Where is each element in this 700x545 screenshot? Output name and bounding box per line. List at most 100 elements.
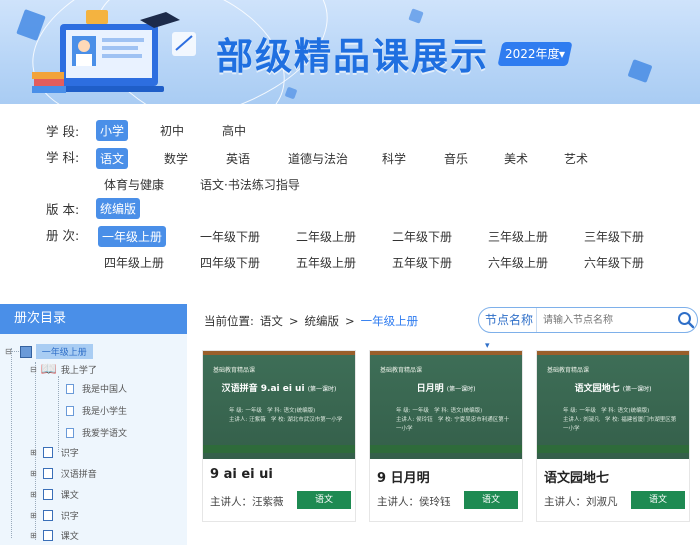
filter-volume-1b[interactable]: 一年级下册 [196,226,264,247]
board-title: 汉语拼音 9.ai ei ui (第一课时) [203,381,355,394]
filter-subject-science[interactable]: 科学 [378,148,410,169]
course-card[interactable]: 基础教育精品课 汉语拼音 9.ai ei ui (第一课时) 年 级: 一年级 … [202,350,356,522]
subject-tag: 语文 [464,491,518,509]
filter-volume-2a[interactable]: 二年级上册 [292,226,360,247]
board-meta-lecturer: 主讲人: 侯玲钰 [396,417,433,423]
course-thumbnail[interactable]: 基础教育精品课 语文园地七 (第一课时) 年 级: 一年级 学 科: 语文(统编… [537,351,689,459]
course-thumbnail[interactable]: 基础教育精品课 日月明 (第一课时) 年 级: 一年级 学 科: 语文(统编版)… [370,351,522,459]
board-title-text: 汉语拼音 9.ai ei ui [221,384,305,394]
board-title-text: 日月明 [416,384,444,394]
board-footer [370,445,522,453]
tree-root[interactable]: ⊟ 一年级上册 [5,344,93,359]
board-meta-lecturer: 主讲人: 刘淑凡 [563,417,600,423]
board-subtitle: (第一课时) [446,386,476,393]
filter-subject-music[interactable]: 音乐 [440,148,472,169]
course-title[interactable]: 9 ai ei ui [210,467,273,482]
search-button[interactable] [675,308,697,332]
document-icon [66,405,74,416]
filter-subject-art[interactable]: 美术 [500,148,532,169]
filter-stage-senior[interactable]: 高中 [218,120,250,141]
tree-unit-3[interactable]: ⊞ 汉语拼音 [30,467,97,480]
tree-lesson-label[interactable]: 我是小学生 [82,404,127,417]
tree-line [11,348,12,538]
tree-lesson-label[interactable]: 我爱学语文 [82,426,127,439]
tree-lesson-3[interactable]: 我爱学语文 [66,426,127,439]
filter-subject-english[interactable]: 英语 [222,148,254,169]
filter-volume-1a[interactable]: 一年级上册 [98,226,167,247]
banner: 部级精品课展示 2022年度 ▾ [0,0,700,104]
expand-icon[interactable]: ⊞ [30,490,37,499]
filter-subject-morality[interactable]: 道德与法治 [284,148,352,169]
search-input[interactable] [537,309,676,331]
expand-icon[interactable]: ⊞ [30,511,37,520]
unit-icon [42,510,53,521]
expand-icon[interactable]: ⊞ [30,469,37,478]
filter-label-subject: 学 科: [46,149,80,165]
board-title: 日月明 (第一课时) [370,381,522,394]
filter-volume-2b[interactable]: 二年级下册 [388,226,456,247]
filter-subject-pe[interactable]: 体育与健康 [100,174,168,195]
course-title[interactable]: 9 日月明 [377,467,430,486]
filter-label-stage: 学 段: [46,123,80,139]
board-meta-subject: 学 科: 语文(统编版) [267,408,316,414]
tree-unit-2[interactable]: ⊞ 识字 [30,446,79,459]
cube-decoration [284,86,298,100]
tree-unit-label[interactable]: 课文 [61,488,79,501]
breadcrumb-item[interactable]: 语文 [260,313,283,329]
cube-decoration [408,8,424,24]
filter-volume-6a[interactable]: 六年级上册 [484,252,552,273]
tree-line [58,376,59,452]
collapse-icon[interactable]: ⊟ [30,365,37,374]
filter-row-volume: 册 次: [46,224,96,244]
filter-volume-3a[interactable]: 三年级上册 [484,226,552,247]
filter-volume-4b[interactable]: 四年级下册 [196,252,264,273]
tree-lesson-2[interactable]: 我是小学生 [66,404,127,417]
tree-unit-label[interactable]: 课文 [61,529,79,542]
tree-lesson-label[interactable]: 我是中国人 [82,382,127,395]
course-thumbnail[interactable]: 基础教育精品课 汉语拼音 9.ai ei ui (第一课时) 年 级: 一年级 … [203,351,355,459]
tree-lesson-1[interactable]: 我是中国人 [66,382,127,395]
board-meta-lecturer: 主讲人: 汪紫薇 [229,417,266,423]
board-header: 基础教育精品课 [380,367,423,374]
tree-unit-6[interactable]: ⊞ 课文 [30,529,79,542]
filter-subject-calligraphy[interactable]: 语文·书法练习指导 [196,174,304,195]
board-meta-school: 学 校: 湖北市武汉市第一小学 [270,417,343,423]
tree-unit-label[interactable]: 识字 [61,509,79,522]
cube-decoration [627,59,653,83]
classroom-illustration-icon [32,10,196,93]
document-icon [66,427,74,438]
tree-unit-1[interactable]: ⊟ 📖 我上学了 [30,362,97,377]
filter-volume-4a[interactable]: 四年级上册 [100,252,168,273]
filter-stage-primary[interactable]: 小学 [96,119,129,141]
filter-volume-3b[interactable]: 三年级下册 [580,226,648,247]
board-meta: 年 级: 一年级 学 科: 语文(统编版) 主讲人: 刘淑凡 学 校: 福建省厦… [563,407,681,434]
breadcrumb: 当前位置: 语文 > 统编版 > 一年级上册 [204,313,418,329]
breadcrumb-sep: > [288,314,299,328]
breadcrumb-sep: > [345,314,355,328]
filter-subject-math[interactable]: 数学 [160,148,192,169]
course-title[interactable]: 语文园地七 [544,467,609,486]
filter-subject-arts[interactable]: 艺术 [560,148,592,169]
board-meta-subject: 学 科: 语文(统编版) [601,408,650,414]
tree-unit-4[interactable]: ⊞ 课文 [30,488,79,501]
filter-subject-chinese[interactable]: 语文 [96,148,129,169]
filter-volume-6b[interactable]: 六年级下册 [580,252,648,273]
year-dropdown[interactable]: 2022年度 ▾ [497,42,573,66]
filter-stage-junior[interactable]: 初中 [156,120,188,141]
tree-unit-label[interactable]: 识字 [61,446,79,459]
filter-volume-5a[interactable]: 五年级上册 [292,252,360,273]
search-type-select[interactable]: 节点名称 ▾ [479,308,538,351]
collapse-icon[interactable]: ⊟ [5,347,12,356]
tree-unit-label[interactable]: 我上学了 [61,363,97,376]
expand-icon[interactable]: ⊞ [30,531,37,540]
course-card[interactable]: 基础教育精品课 日月明 (第一课时) 年 级: 一年级 学 科: 语文(统编版)… [369,350,523,522]
tree-unit-label[interactable]: 汉语拼音 [61,467,97,480]
tree-unit-5[interactable]: ⊞ 识字 [30,509,79,522]
filter-volume-5b[interactable]: 五年级下册 [388,252,456,273]
breadcrumb-item[interactable]: 统编版 [305,313,340,329]
tree-root-label[interactable]: 一年级上册 [35,344,93,359]
filter-edition-tongbian[interactable]: 统编版 [96,197,141,219]
board-meta-subject: 学 科: 语文(统编版) [434,408,483,414]
expand-icon[interactable]: ⊞ [30,448,37,457]
course-card[interactable]: 基础教育精品课 语文园地七 (第一课时) 年 级: 一年级 学 科: 语文(统编… [536,350,690,522]
